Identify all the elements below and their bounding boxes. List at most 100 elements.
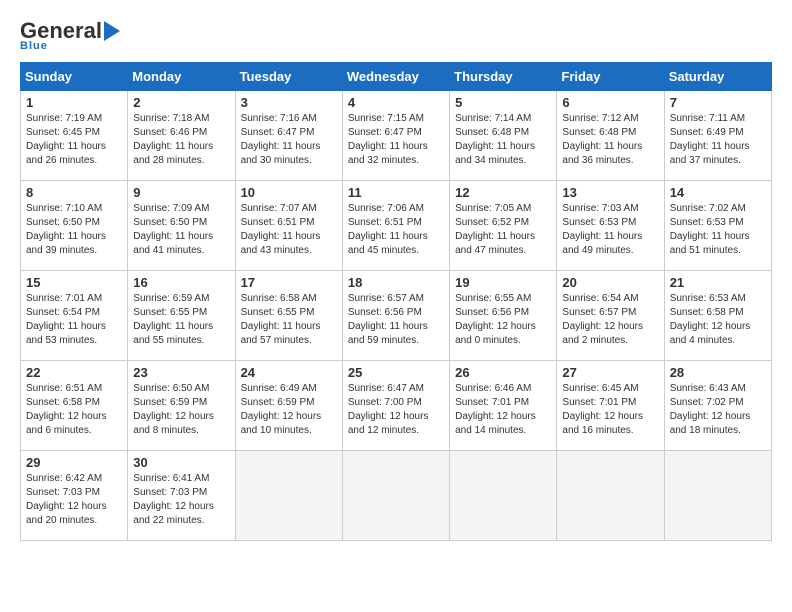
day-number: 11	[348, 185, 444, 200]
day-number: 21	[670, 275, 766, 290]
day-number: 8	[26, 185, 122, 200]
day-info: Sunrise: 6:49 AMSunset: 6:59 PMDaylight:…	[241, 382, 337, 438]
calendar-day-cell: 19 Sunrise: 6:55 AMSunset: 6:56 PMDayligh…	[450, 271, 557, 361]
calendar-week-row: 1 Sunrise: 7:19 AMSunset: 6:45 PMDaylight…	[21, 91, 772, 181]
day-number: 16	[133, 275, 229, 290]
day-number: 19	[455, 275, 551, 290]
day-number: 3	[241, 95, 337, 110]
calendar-day-cell	[557, 451, 664, 541]
weekday-header: Thursday	[450, 63, 557, 91]
calendar-day-cell: 11 Sunrise: 7:06 AMSunset: 6:51 PMDayligh…	[342, 181, 449, 271]
day-info: Sunrise: 7:16 AMSunset: 6:47 PMDaylight:…	[241, 112, 337, 168]
calendar-week-row: 8 Sunrise: 7:10 AMSunset: 6:50 PMDaylight…	[21, 181, 772, 271]
day-info: Sunrise: 7:14 AMSunset: 6:48 PMDaylight:…	[455, 112, 551, 168]
day-number: 25	[348, 365, 444, 380]
day-info: Sunrise: 7:11 AMSunset: 6:49 PMDaylight:…	[670, 112, 766, 168]
day-number: 12	[455, 185, 551, 200]
day-info: Sunrise: 6:59 AMSunset: 6:55 PMDaylight:…	[133, 292, 229, 348]
day-info: Sunrise: 7:05 AMSunset: 6:52 PMDaylight:…	[455, 202, 551, 258]
day-info: Sunrise: 7:19 AMSunset: 6:45 PMDaylight:…	[26, 112, 122, 168]
calendar-day-cell: 10 Sunrise: 7:07 AMSunset: 6:51 PMDayligh…	[235, 181, 342, 271]
calendar-day-cell: 29 Sunrise: 6:42 AMSunset: 7:03 PMDayligh…	[21, 451, 128, 541]
day-info: Sunrise: 7:09 AMSunset: 6:50 PMDaylight:…	[133, 202, 229, 258]
calendar-day-cell: 13Sunrise: 7:03 AMSunset: 6:53 PMDayligh…	[557, 181, 664, 271]
logo-blue: Blue	[20, 40, 48, 52]
day-info: Sunrise: 7:18 AMSunset: 6:46 PMDaylight:…	[133, 112, 229, 168]
day-info: Sunrise: 6:45 AMSunset: 7:01 PMDaylight:…	[562, 382, 658, 438]
day-number: 17	[241, 275, 337, 290]
calendar-day-cell: 16 Sunrise: 6:59 AMSunset: 6:55 PMDayligh…	[128, 271, 235, 361]
day-number: 24	[241, 365, 337, 380]
calendar-day-cell: 2 Sunrise: 7:18 AMSunset: 6:46 PMDaylight…	[128, 91, 235, 181]
day-info: Sunrise: 6:53 AMSunset: 6:58 PMDaylight:…	[670, 292, 766, 348]
day-number: 14	[670, 185, 766, 200]
calendar-week-row: 29 Sunrise: 6:42 AMSunset: 7:03 PMDayligh…	[21, 451, 772, 541]
day-info: Sunrise: 6:42 AMSunset: 7:03 PMDaylight:…	[26, 472, 122, 528]
day-number: 18	[348, 275, 444, 290]
day-number: 23	[133, 365, 229, 380]
weekday-header: Wednesday	[342, 63, 449, 91]
calendar-day-cell	[342, 451, 449, 541]
day-number: 2	[133, 95, 229, 110]
calendar-day-cell: 20 Sunrise: 6:54 AMSunset: 6:57 PMDayligh…	[557, 271, 664, 361]
day-number: 28	[670, 365, 766, 380]
calendar-day-cell: 5Sunrise: 7:14 AMSunset: 6:48 PMDaylight…	[450, 91, 557, 181]
logo: General Blue	[20, 20, 120, 52]
calendar-day-cell	[450, 451, 557, 541]
day-number: 13	[562, 185, 658, 200]
day-info: Sunrise: 6:54 AMSunset: 6:57 PMDaylight:…	[562, 292, 658, 348]
day-number: 29	[26, 455, 122, 470]
page-header: General Blue	[20, 20, 772, 52]
logo-general: General	[20, 20, 102, 42]
weekday-header: Friday	[557, 63, 664, 91]
calendar-day-cell: 9Sunrise: 7:09 AMSunset: 6:50 PMDaylight…	[128, 181, 235, 271]
day-number: 10	[241, 185, 337, 200]
day-number: 30	[133, 455, 229, 470]
weekday-header: Tuesday	[235, 63, 342, 91]
day-number: 22	[26, 365, 122, 380]
day-number: 7	[670, 95, 766, 110]
calendar-day-cell: 17 Sunrise: 6:58 AMSunset: 6:55 PMDayligh…	[235, 271, 342, 361]
day-info: Sunrise: 6:50 AMSunset: 6:59 PMDaylight:…	[133, 382, 229, 438]
calendar-day-cell: 3 Sunrise: 7:16 AMSunset: 6:47 PMDaylight…	[235, 91, 342, 181]
day-number: 27	[562, 365, 658, 380]
calendar-day-cell	[664, 451, 771, 541]
calendar-day-cell	[235, 451, 342, 541]
day-number: 26	[455, 365, 551, 380]
day-number: 4	[348, 95, 444, 110]
weekday-header: Monday	[128, 63, 235, 91]
calendar-day-cell: 12 Sunrise: 7:05 AMSunset: 6:52 PMDayligh…	[450, 181, 557, 271]
day-info: Sunrise: 6:43 AMSunset: 7:02 PMDaylight:…	[670, 382, 766, 438]
calendar-day-cell: 14 Sunrise: 7:02 AMSunset: 6:53 PMDayligh…	[664, 181, 771, 271]
day-info: Sunrise: 6:47 AMSunset: 7:00 PMDaylight:…	[348, 382, 444, 438]
calendar-day-cell: 21 Sunrise: 6:53 AMSunset: 6:58 PMDayligh…	[664, 271, 771, 361]
calendar-day-cell: 6 Sunrise: 7:12 AMSunset: 6:48 PMDaylight…	[557, 91, 664, 181]
day-info: Sunrise: 6:55 AMSunset: 6:56 PMDaylight:…	[455, 292, 551, 348]
calendar-day-cell: 7 Sunrise: 7:11 AMSunset: 6:49 PMDaylight…	[664, 91, 771, 181]
day-info: Sunrise: 6:51 AMSunset: 6:58 PMDaylight:…	[26, 382, 122, 438]
day-info: Sunrise: 7:07 AMSunset: 6:51 PMDaylight:…	[241, 202, 337, 258]
day-info: Sunrise: 7:15 AMSunset: 6:47 PMDaylight:…	[348, 112, 444, 168]
day-info: Sunrise: 6:41 AMSunset: 7:03 PMDaylight:…	[133, 472, 229, 528]
calendar-day-cell: 28 Sunrise: 6:43 AMSunset: 7:02 PMDayligh…	[664, 361, 771, 451]
calendar-day-cell: 26 Sunrise: 6:46 AMSunset: 7:01 PMDayligh…	[450, 361, 557, 451]
day-info: Sunrise: 6:57 AMSunset: 6:56 PMDaylight:…	[348, 292, 444, 348]
day-info: Sunrise: 7:06 AMSunset: 6:51 PMDaylight:…	[348, 202, 444, 258]
day-number: 20	[562, 275, 658, 290]
calendar-day-cell: 4 Sunrise: 7:15 AMSunset: 6:47 PMDaylight…	[342, 91, 449, 181]
calendar-day-cell: 8 Sunrise: 7:10 AMSunset: 6:50 PMDaylight…	[21, 181, 128, 271]
day-info: Sunrise: 7:12 AMSunset: 6:48 PMDaylight:…	[562, 112, 658, 168]
day-number: 1	[26, 95, 122, 110]
calendar-day-cell: 18 Sunrise: 6:57 AMSunset: 6:56 PMDayligh…	[342, 271, 449, 361]
calendar-day-cell: 25 Sunrise: 6:47 AMSunset: 7:00 PMDayligh…	[342, 361, 449, 451]
day-number: 6	[562, 95, 658, 110]
logo-arrow-icon	[104, 21, 120, 41]
weekday-header: Saturday	[664, 63, 771, 91]
day-info: Sunrise: 6:58 AMSunset: 6:55 PMDaylight:…	[241, 292, 337, 348]
day-info: Sunrise: 7:10 AMSunset: 6:50 PMDaylight:…	[26, 202, 122, 258]
calendar-day-cell: 23 Sunrise: 6:50 AMSunset: 6:59 PMDayligh…	[128, 361, 235, 451]
day-info: Sunrise: 6:46 AMSunset: 7:01 PMDaylight:…	[455, 382, 551, 438]
day-info: Sunrise: 7:01 AMSunset: 6:54 PMDaylight:…	[26, 292, 122, 348]
day-info: Sunrise: 7:02 AMSunset: 6:53 PMDaylight:…	[670, 202, 766, 258]
calendar-day-cell: 1 Sunrise: 7:19 AMSunset: 6:45 PMDaylight…	[21, 91, 128, 181]
